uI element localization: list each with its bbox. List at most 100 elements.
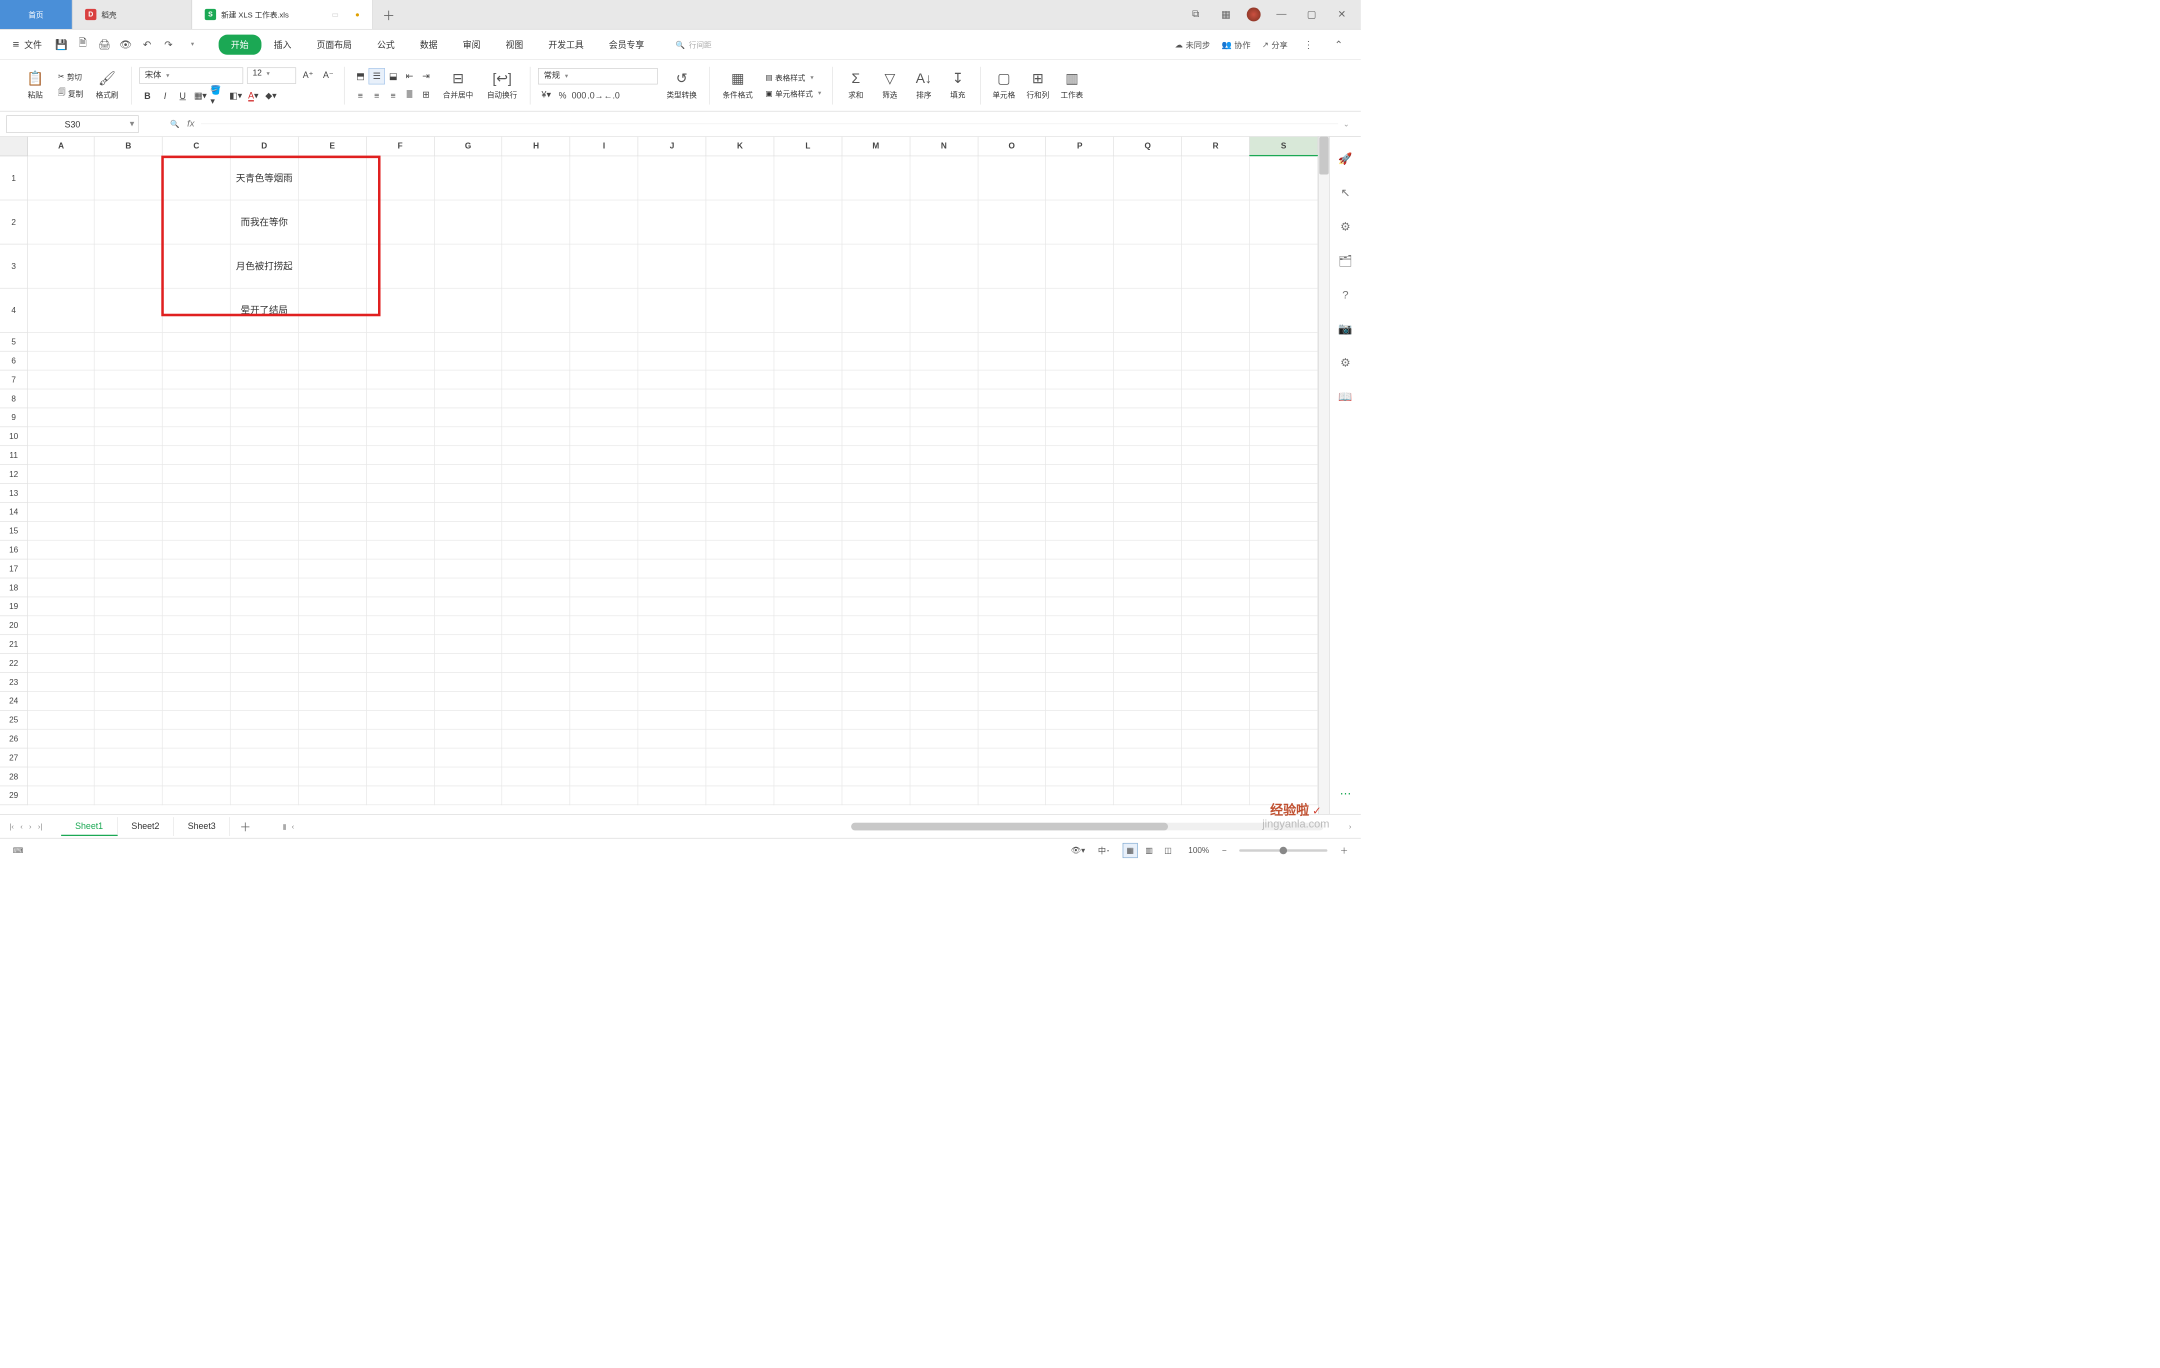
cell-C18[interactable] <box>162 578 230 597</box>
cell-A28[interactable] <box>28 767 95 786</box>
cell-Q15[interactable] <box>1114 521 1182 540</box>
select-all-corner[interactable] <box>0 137 28 156</box>
zoom-search-icon[interactable]: 🔍 <box>170 119 179 128</box>
italic-button[interactable]: I <box>157 87 173 103</box>
cell-G8[interactable] <box>434 389 502 408</box>
cell-F15[interactable] <box>366 521 434 540</box>
cell-Q16[interactable] <box>1114 540 1182 559</box>
col-header-O[interactable]: O <box>978 137 1046 156</box>
chevron-down-icon[interactable]: ▾ <box>130 118 134 129</box>
cell-G22[interactable] <box>434 653 502 672</box>
border-button[interactable]: ▦▾ <box>192 87 208 103</box>
cell-S19[interactable] <box>1250 597 1318 616</box>
cell-C4[interactable] <box>162 288 230 332</box>
cell-E14[interactable] <box>298 502 366 521</box>
cell-N4[interactable] <box>910 288 978 332</box>
row-header-13[interactable]: 13 <box>0 483 28 502</box>
cell-L11[interactable] <box>774 445 842 464</box>
cell-D10[interactable] <box>230 427 298 446</box>
cell-O24[interactable] <box>978 691 1046 710</box>
cell-D5[interactable] <box>230 332 298 351</box>
increase-decimal-button[interactable]: .0→ <box>587 87 603 103</box>
hamburger-icon[interactable]: ≡ <box>13 38 20 51</box>
cell-D17[interactable] <box>230 559 298 578</box>
cell-L20[interactable] <box>774 616 842 635</box>
cell-S26[interactable] <box>1250 729 1318 748</box>
zoom-slider-thumb[interactable] <box>1280 846 1288 854</box>
cell-C3[interactable] <box>162 244 230 288</box>
layout-icon[interactable]: ⧉ <box>1186 5 1205 24</box>
cell-Q5[interactable] <box>1114 332 1182 351</box>
fill-color-button[interactable]: 🪣▾ <box>210 87 226 103</box>
cell-K5[interactable] <box>706 332 774 351</box>
cell-N10[interactable] <box>910 427 978 446</box>
sort-button[interactable]: A↓排序 <box>909 71 939 101</box>
cell-G3[interactable] <box>434 244 502 288</box>
cell-S18[interactable] <box>1250 578 1318 597</box>
cell-P27[interactable] <box>1046 748 1114 767</box>
cell-E3[interactable] <box>298 244 366 288</box>
cell-P10[interactable] <box>1046 427 1114 446</box>
cell-K17[interactable] <box>706 559 774 578</box>
cell-B25[interactable] <box>94 710 162 729</box>
cell-D14[interactable] <box>230 502 298 521</box>
cell-B8[interactable] <box>94 389 162 408</box>
cell-A10[interactable] <box>28 427 95 446</box>
cell-E29[interactable] <box>298 786 366 805</box>
cell-S22[interactable] <box>1250 653 1318 672</box>
book-icon[interactable]: 📖 <box>1337 389 1353 405</box>
cell-I13[interactable] <box>570 483 638 502</box>
cell-F22[interactable] <box>366 653 434 672</box>
number-format-select[interactable]: 常规 ▾ <box>538 68 658 84</box>
cell-Q21[interactable] <box>1114 634 1182 653</box>
cell-N25[interactable] <box>910 710 978 729</box>
cell-R10[interactable] <box>1182 427 1250 446</box>
sheet-last-icon[interactable]: ›| <box>38 822 42 831</box>
col-header-I[interactable]: I <box>570 137 638 156</box>
cell-B10[interactable] <box>94 427 162 446</box>
cell-N27[interactable] <box>910 748 978 767</box>
kebab-icon[interactable]: ⋮ <box>1299 35 1318 54</box>
cell-O21[interactable] <box>978 634 1046 653</box>
cell-K16[interactable] <box>706 540 774 559</box>
cell-C19[interactable] <box>162 597 230 616</box>
cell-O17[interactable] <box>978 559 1046 578</box>
col-header-F[interactable]: F <box>366 137 434 156</box>
cell-E23[interactable] <box>298 672 366 691</box>
cell-G28[interactable] <box>434 767 502 786</box>
cell-I9[interactable] <box>570 408 638 427</box>
cell-L22[interactable] <box>774 653 842 672</box>
row-header-2[interactable]: 2 <box>0 200 28 244</box>
cell-C9[interactable] <box>162 408 230 427</box>
merge-center-button[interactable]: ⊟ 合并居中 <box>438 71 478 101</box>
eye-icon[interactable]: 👁▾ <box>1071 845 1086 855</box>
cell-O25[interactable] <box>978 710 1046 729</box>
cell-H9[interactable] <box>502 408 570 427</box>
sheet-first-icon[interactable]: |‹ <box>9 822 13 831</box>
cell-E24[interactable] <box>298 691 366 710</box>
console-icon[interactable]: ⌨ <box>13 846 24 855</box>
cell-A14[interactable] <box>28 502 95 521</box>
zoom-out-button[interactable]: − <box>1222 845 1227 854</box>
cell-D21[interactable] <box>230 634 298 653</box>
cell-P14[interactable] <box>1046 502 1114 521</box>
ribbon-tab-pagelayout[interactable]: 页面布局 <box>304 34 364 54</box>
cell-B13[interactable] <box>94 483 162 502</box>
view-pagebreak-button[interactable]: ◫ <box>1161 843 1176 858</box>
row-header-19[interactable]: 19 <box>0 597 28 616</box>
cell-J24[interactable] <box>638 691 706 710</box>
cell-K7[interactable] <box>706 370 774 389</box>
cell-E12[interactable] <box>298 464 366 483</box>
cell-L24[interactable] <box>774 691 842 710</box>
row-header-3[interactable]: 3 <box>0 244 28 288</box>
cell-D12[interactable] <box>230 464 298 483</box>
cell-P4[interactable] <box>1046 288 1114 332</box>
cell-K6[interactable] <box>706 351 774 370</box>
cell-I24[interactable] <box>570 691 638 710</box>
cell-L14[interactable] <box>774 502 842 521</box>
cell-K10[interactable] <box>706 427 774 446</box>
cell-F29[interactable] <box>366 786 434 805</box>
cell-R16[interactable] <box>1182 540 1250 559</box>
cell-D11[interactable] <box>230 445 298 464</box>
share-button[interactable]: ↗ 分享 <box>1262 38 1288 50</box>
